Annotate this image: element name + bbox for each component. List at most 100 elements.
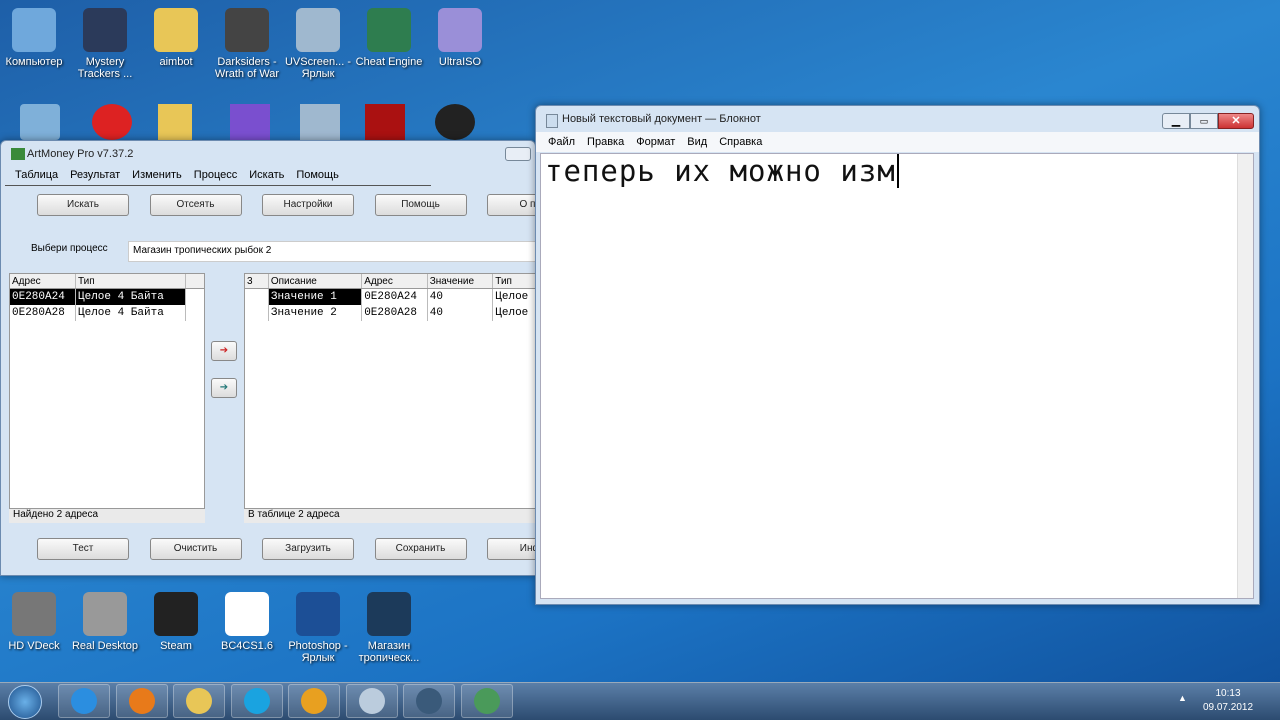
taskbar-app-button[interactable] <box>173 684 225 718</box>
menu-item[interactable]: Изменить <box>132 169 182 181</box>
menu-item[interactable]: Правка <box>587 136 624 148</box>
column-header[interactable]: 3 <box>245 274 269 288</box>
notepad-window: Новый текстовый документ — Блокнот ▁ ▭ ✕… <box>535 105 1260 605</box>
table-row[interactable]: 0E280A28 Целое 4 Байта <box>10 305 204 321</box>
desktop-icon[interactable]: UVScreen... - Ярлык <box>280 8 356 80</box>
taskbar-app-button[interactable] <box>460 684 513 718</box>
recycle-bin-icon[interactable] <box>20 104 60 140</box>
column-header[interactable]: Адрес <box>362 274 428 288</box>
clock-date: 09.07.2012 <box>1202 702 1254 713</box>
desktop-icon[interactable]: Steam <box>138 592 214 652</box>
menu-item[interactable]: Вид <box>687 136 707 148</box>
desktop-icon[interactable]: UltraISO <box>422 8 498 68</box>
desktop-icon-label: Mystery Trackers ... <box>77 56 133 80</box>
column-header[interactable]: Значение <box>428 274 494 288</box>
desktop-icon-label: aimbot <box>159 56 193 68</box>
menu-item[interactable]: Справка <box>719 136 762 148</box>
bottom-button[interactable]: Загрузить <box>262 538 354 560</box>
maximize-button[interactable]: ▭ <box>1190 113 1218 129</box>
column-header[interactable]: Тип <box>76 274 186 288</box>
menu-item[interactable]: Формат <box>636 136 675 148</box>
app-icon <box>301 688 327 714</box>
clock[interactable]: 10:13 09.07.2012 <box>1196 687 1260 715</box>
app-icon <box>416 688 442 714</box>
table-cell: 0E280A28 <box>362 305 428 321</box>
taskbar-app-button[interactable] <box>58 684 110 718</box>
menu-item[interactable]: Таблица <box>15 169 58 181</box>
text-area[interactable]: теперь их можно изм <box>540 153 1254 599</box>
table-row[interactable]: Значение 1 0E280A24 40 Целое <box>245 289 537 305</box>
menu-item[interactable]: Искать <box>249 169 284 181</box>
toolbar-button[interactable]: Отсеять <box>149 194 242 216</box>
menu-item[interactable]: Процесс <box>194 169 237 181</box>
table-cell: Целое 4 Байта <box>76 305 186 321</box>
desktop-icon[interactable]: Cheat Engine <box>351 8 427 68</box>
desktop-icon[interactable]: Photoshop - Ярлык <box>280 592 356 664</box>
close-button[interactable]: ✕ <box>1218 113 1254 129</box>
process-select[interactable]: Магазин тропических рыбок 2 <box>128 241 538 262</box>
taskbar-app-button[interactable] <box>345 684 398 718</box>
mcafee-icon[interactable] <box>365 104 405 140</box>
column-header[interactable]: Тип <box>493 274 537 288</box>
desktop-icon[interactable]: aimbot <box>138 8 214 68</box>
toolbar-button[interactable]: Искать <box>37 194 129 216</box>
bottom-button[interactable]: Сохранить <box>374 538 467 560</box>
add-all-button[interactable]: ➔ <box>211 378 237 398</box>
toolbar-button[interactable]: Помощь <box>374 194 467 216</box>
column-header[interactable]: Адрес <box>10 274 76 288</box>
minimize-button[interactable]: ▁ <box>1162 113 1190 129</box>
table-cell: 0E280A28 <box>10 305 76 321</box>
table-cell: Значение 1 <box>268 289 363 305</box>
bottom-button[interactable]: Тест <box>37 538 129 560</box>
taskbar-app-button[interactable] <box>403 684 455 718</box>
table-cell <box>245 289 269 305</box>
desktop-icon[interactable]: Mystery Trackers ... <box>67 8 143 80</box>
document-text: теперь их можно изм <box>545 154 896 188</box>
taskbar-app-button[interactable] <box>230 684 283 718</box>
desktop-icon[interactable]: Darksiders - Wrath of War <box>209 8 285 80</box>
bottom-button[interactable]: Очистить <box>149 538 242 560</box>
found-addresses-list: Адрес Тип 0E280A24 Целое 4 Байта 0E280A28 Цел… <box>9 273 205 509</box>
vertical-scrollbar[interactable] <box>1237 154 1253 598</box>
menu-item[interactable]: Файл <box>548 136 575 148</box>
shortcut-icon <box>296 8 340 52</box>
menu-bar: Таблица Результат Изменить Процесс Искать Пом… <box>15 169 351 181</box>
desktop-icon-label: Steam <box>160 640 192 652</box>
add-to-table-button[interactable]: ➔ <box>211 341 237 361</box>
desktop-icon-label: Darksiders - Wrath of War <box>214 56 280 80</box>
menu-item[interactable]: Помощь <box>296 169 339 181</box>
table-row[interactable]: 0E280A24 Целое 4 Байта <box>10 289 204 305</box>
desktop-icon[interactable]: Магазин тропическ... <box>351 592 427 664</box>
process-label: Выбери процесс <box>31 243 108 254</box>
opera-icon[interactable] <box>92 104 132 140</box>
toolbar-button[interactable]: Настройки <box>262 194 354 216</box>
table-cell: 0E280A24 <box>10 289 76 305</box>
desktop-icon[interactable]: Real Desktop <box>67 592 143 652</box>
table-grid: 3 Описание Адрес Значение Тип Значение 1 0E280… <box>244 273 538 509</box>
taskbar-app-button[interactable] <box>288 684 340 718</box>
desktop-icon[interactable]: HD VDeck <box>0 592 72 652</box>
table-cell: Целое <box>493 289 537 305</box>
show-hidden-icons[interactable]: ▲ <box>1178 693 1187 703</box>
taskbar-app-button[interactable] <box>115 684 168 718</box>
desktop-icon-label: UVScreen... - Ярлык <box>284 56 352 80</box>
folder-icon[interactable] <box>158 104 192 140</box>
desktop-icon-label: Real Desktop <box>71 640 139 652</box>
desktop-icon[interactable]: Компьютер <box>0 8 72 68</box>
computer-icon[interactable] <box>300 104 340 140</box>
app-icon <box>243 688 270 714</box>
app-icon <box>186 688 212 714</box>
shortcut-icon <box>12 8 56 52</box>
column-header[interactable]: Описание <box>269 274 363 288</box>
table-row[interactable]: Значение 2 0E280A28 40 Целое <box>245 305 537 321</box>
start-button[interactable] <box>8 685 42 719</box>
shortcut-icon <box>296 592 340 636</box>
menu-item[interactable]: Результат <box>70 169 120 181</box>
artmoney-window: ArtMoney Pro v7.37.2 Таблица Результат Изм… <box>0 140 579 576</box>
desktop-icon[interactable]: BC4CS1.6 <box>209 592 285 652</box>
minimize-button[interactable] <box>505 147 531 161</box>
app-icon[interactable] <box>435 104 475 140</box>
cube-icon[interactable] <box>230 104 270 140</box>
menu-bar: Файл Правка Формат Вид Справка <box>536 132 1259 152</box>
clock-time: 10:13 <box>1215 688 1241 699</box>
